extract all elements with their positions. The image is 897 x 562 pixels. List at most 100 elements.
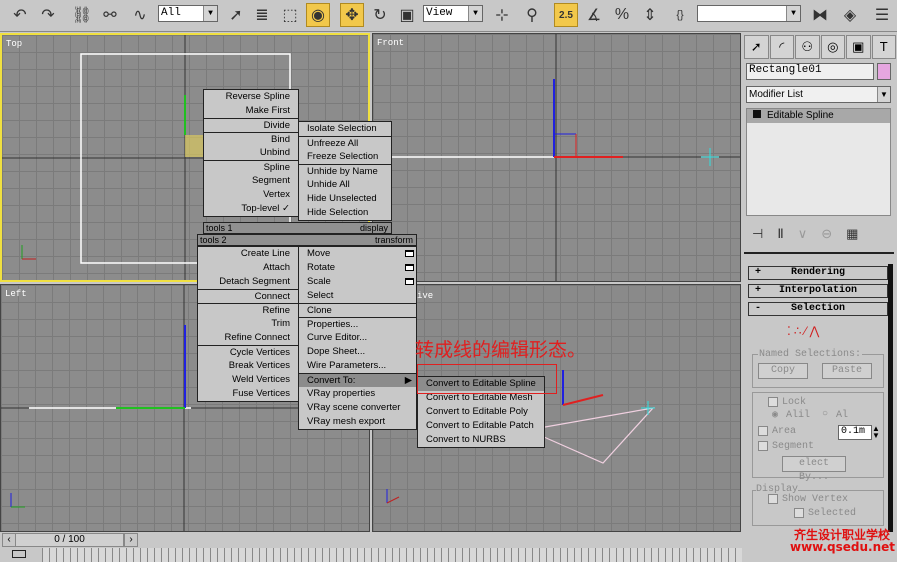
options-box-icon[interactable] bbox=[405, 264, 414, 271]
select-by-button[interactable]: elect By... bbox=[782, 456, 846, 483]
menu-item-vray-properties[interactable]: VRay properties bbox=[299, 387, 416, 401]
angle-snap-icon[interactable]: ∡ bbox=[582, 3, 606, 27]
select-and-link-icon[interactable]: ⛓ bbox=[70, 3, 94, 27]
menu-item-vertex[interactable]: Vertex bbox=[204, 188, 298, 202]
options-box-icon[interactable] bbox=[405, 250, 414, 257]
menu-item-scale[interactable]: Scale bbox=[299, 275, 416, 289]
select-and-scale-icon[interactable]: ▣ bbox=[395, 3, 419, 27]
named-selection-dropdown[interactable]: ▼ bbox=[697, 5, 801, 22]
show-end-result-icon[interactable]: Ⅱ bbox=[777, 226, 783, 242]
modify-icon[interactable]: ◜ bbox=[769, 35, 794, 59]
menu-item-unbind[interactable]: Unbind bbox=[204, 146, 298, 160]
rectangular-selection-icon[interactable]: ⬚ bbox=[278, 3, 302, 27]
menu-item-hide-unselected[interactable]: Hide Unselected bbox=[299, 192, 391, 206]
mini-curve-editor-icon[interactable] bbox=[12, 550, 26, 558]
object-color-swatch[interactable] bbox=[877, 63, 891, 80]
bind-space-warp-icon[interactable]: ∿ bbox=[128, 3, 152, 27]
menu-item-refine-connect[interactable]: Refine Connect bbox=[198, 331, 298, 345]
make-unique-icon[interactable]: ∨ bbox=[798, 226, 808, 242]
menu-item-trim[interactable]: Trim bbox=[198, 317, 298, 331]
options-box-icon[interactable] bbox=[405, 278, 414, 285]
spinner-snap-icon[interactable]: ⇕ bbox=[638, 3, 662, 27]
rollout-rendering[interactable]: + Rendering bbox=[748, 266, 888, 280]
area-value-input[interactable]: 0.1m bbox=[838, 425, 872, 440]
menu-item-unhide-all[interactable]: Unhide All bbox=[299, 178, 391, 192]
menu-item-clone[interactable]: Clone bbox=[299, 303, 416, 317]
menu-item-reverse-spline[interactable]: Reverse Spline bbox=[204, 90, 298, 104]
utilities-icon[interactable]: T bbox=[871, 35, 896, 59]
menu-item-divide[interactable]: Divide bbox=[204, 118, 298, 132]
next-frame-button[interactable]: › bbox=[124, 533, 138, 547]
menu-item-unfreeze-all[interactable]: Unfreeze All bbox=[299, 136, 391, 150]
spinner-icon[interactable]: ▲ ▼ bbox=[872, 425, 880, 440]
layer-manager-icon[interactable]: ☰ bbox=[870, 3, 894, 27]
menu-item-select[interactable]: Select bbox=[299, 289, 416, 303]
menu-item-properties[interactable]: Properties... bbox=[299, 317, 416, 331]
show-vertex-checkbox[interactable] bbox=[768, 494, 778, 504]
sub-object-level-icons[interactable]: ⁚∴⁄⋀ bbox=[787, 324, 822, 338]
stack-item-editable-spline[interactable]: Editable Spline bbox=[747, 109, 890, 123]
menu-item-convert-to[interactable]: Convert To: ▶ bbox=[299, 373, 416, 387]
menu-item-fuse-vertices[interactable]: Fuse Vertices bbox=[198, 387, 298, 401]
hierarchy-icon[interactable]: ⚇ bbox=[795, 35, 820, 59]
menu-item-move[interactable]: Move bbox=[299, 247, 416, 261]
undo-icon[interactable]: ↶ bbox=[8, 3, 32, 27]
menu-item-rotate[interactable]: Rotate bbox=[299, 261, 416, 275]
display-icon[interactable]: ▣ bbox=[846, 35, 871, 59]
snap-toggle-icon[interactable]: 2.5 bbox=[554, 3, 578, 27]
menu-item-break-vertices[interactable]: Break Vertices bbox=[198, 359, 298, 373]
menu-item-segment[interactable]: Segment bbox=[204, 174, 298, 188]
all-radio[interactable]: ◉ bbox=[772, 409, 778, 421]
menu-item-bind[interactable]: Bind bbox=[204, 132, 298, 146]
rollout-interpolation[interactable]: + Interpolation bbox=[748, 284, 888, 298]
copy-button[interactable]: Copy bbox=[758, 363, 808, 379]
segment-checkbox[interactable] bbox=[758, 441, 768, 451]
percent-snap-icon[interactable]: % bbox=[610, 3, 634, 27]
menu-item-isolate-selection[interactable]: Isolate Selection bbox=[299, 122, 391, 136]
unlink-icon[interactable]: ⚯ bbox=[98, 3, 122, 27]
menu-item-cycle-vertices[interactable]: Cycle Vertices bbox=[198, 345, 298, 359]
menu-item-detach-segment[interactable]: Detach Segment bbox=[198, 275, 298, 289]
menu-item-convert-to-editable-patch[interactable]: Convert to Editable Patch bbox=[418, 419, 544, 433]
motion-icon[interactable]: ◎ bbox=[820, 35, 845, 59]
viewport-front[interactable]: Front bbox=[372, 33, 741, 282]
menu-item-attach[interactable]: Attach bbox=[198, 261, 298, 275]
mirror-icon[interactable]: ⧓ bbox=[808, 3, 832, 27]
menu-item-hide-selection[interactable]: Hide Selection bbox=[299, 206, 391, 220]
pin-stack-icon[interactable]: ⊣ bbox=[752, 226, 763, 242]
expand-icon[interactable] bbox=[753, 110, 761, 118]
menu-item-vray-mesh-export[interactable]: VRay mesh export bbox=[299, 415, 416, 429]
menu-item-freeze-selection[interactable]: Freeze Selection bbox=[299, 150, 391, 164]
select-by-name-icon[interactable]: ≣ bbox=[250, 3, 274, 27]
lock-checkbox[interactable] bbox=[768, 397, 778, 407]
menu-item-make-first[interactable]: Make First bbox=[204, 104, 298, 118]
menu-item-top-level[interactable]: Top-level ✓ bbox=[204, 202, 298, 216]
select-manipulate-icon[interactable]: ⚲ bbox=[520, 3, 544, 27]
menu-item-connect[interactable]: Connect bbox=[198, 289, 298, 303]
menu-item-refine[interactable]: Refine bbox=[198, 303, 298, 317]
select-and-rotate-icon[interactable]: ↻ bbox=[368, 3, 392, 27]
create-icon[interactable]: ➚ bbox=[744, 35, 769, 59]
al-radio[interactable]: ○ bbox=[822, 409, 828, 420]
panel-scrollbar[interactable] bbox=[888, 264, 893, 532]
menu-item-weld-vertices[interactable]: Weld Vertices bbox=[198, 373, 298, 387]
select-and-move-icon[interactable]: ✥ bbox=[340, 3, 364, 27]
menu-item-dope-sheet[interactable]: Dope Sheet... bbox=[299, 345, 416, 359]
edit-named-selection-icon[interactable]: {} bbox=[668, 3, 692, 27]
redo-icon[interactable]: ↷ bbox=[36, 3, 60, 27]
remove-modifier-icon[interactable]: ⊖ bbox=[821, 226, 832, 242]
menu-item-vray-scene-converter[interactable]: VRay scene converter bbox=[299, 401, 416, 415]
configure-modifier-sets-icon[interactable]: ▦ bbox=[846, 226, 858, 242]
menu-item-curve-editor[interactable]: Curve Editor... bbox=[299, 331, 416, 345]
reference-coord-dropdown[interactable]: View ▼ bbox=[423, 5, 483, 22]
menu-item-unhide-by-name[interactable]: Unhide by Name bbox=[299, 164, 391, 178]
menu-item-create-line[interactable]: Create Line bbox=[198, 247, 298, 261]
align-icon[interactable]: ◈ bbox=[838, 3, 862, 27]
menu-item-convert-to-nurbs[interactable]: Convert to NURBS bbox=[418, 433, 544, 447]
menu-item-spline[interactable]: Spline bbox=[204, 160, 298, 174]
time-slider[interactable]: 0 / 100 bbox=[15, 533, 124, 547]
menu-item-wire-parameters[interactable]: Wire Parameters... bbox=[299, 359, 416, 373]
previous-frame-button[interactable]: ‹ bbox=[2, 533, 16, 547]
selected-checkbox[interactable] bbox=[794, 508, 804, 518]
select-object-icon[interactable]: ➚ bbox=[224, 3, 248, 27]
